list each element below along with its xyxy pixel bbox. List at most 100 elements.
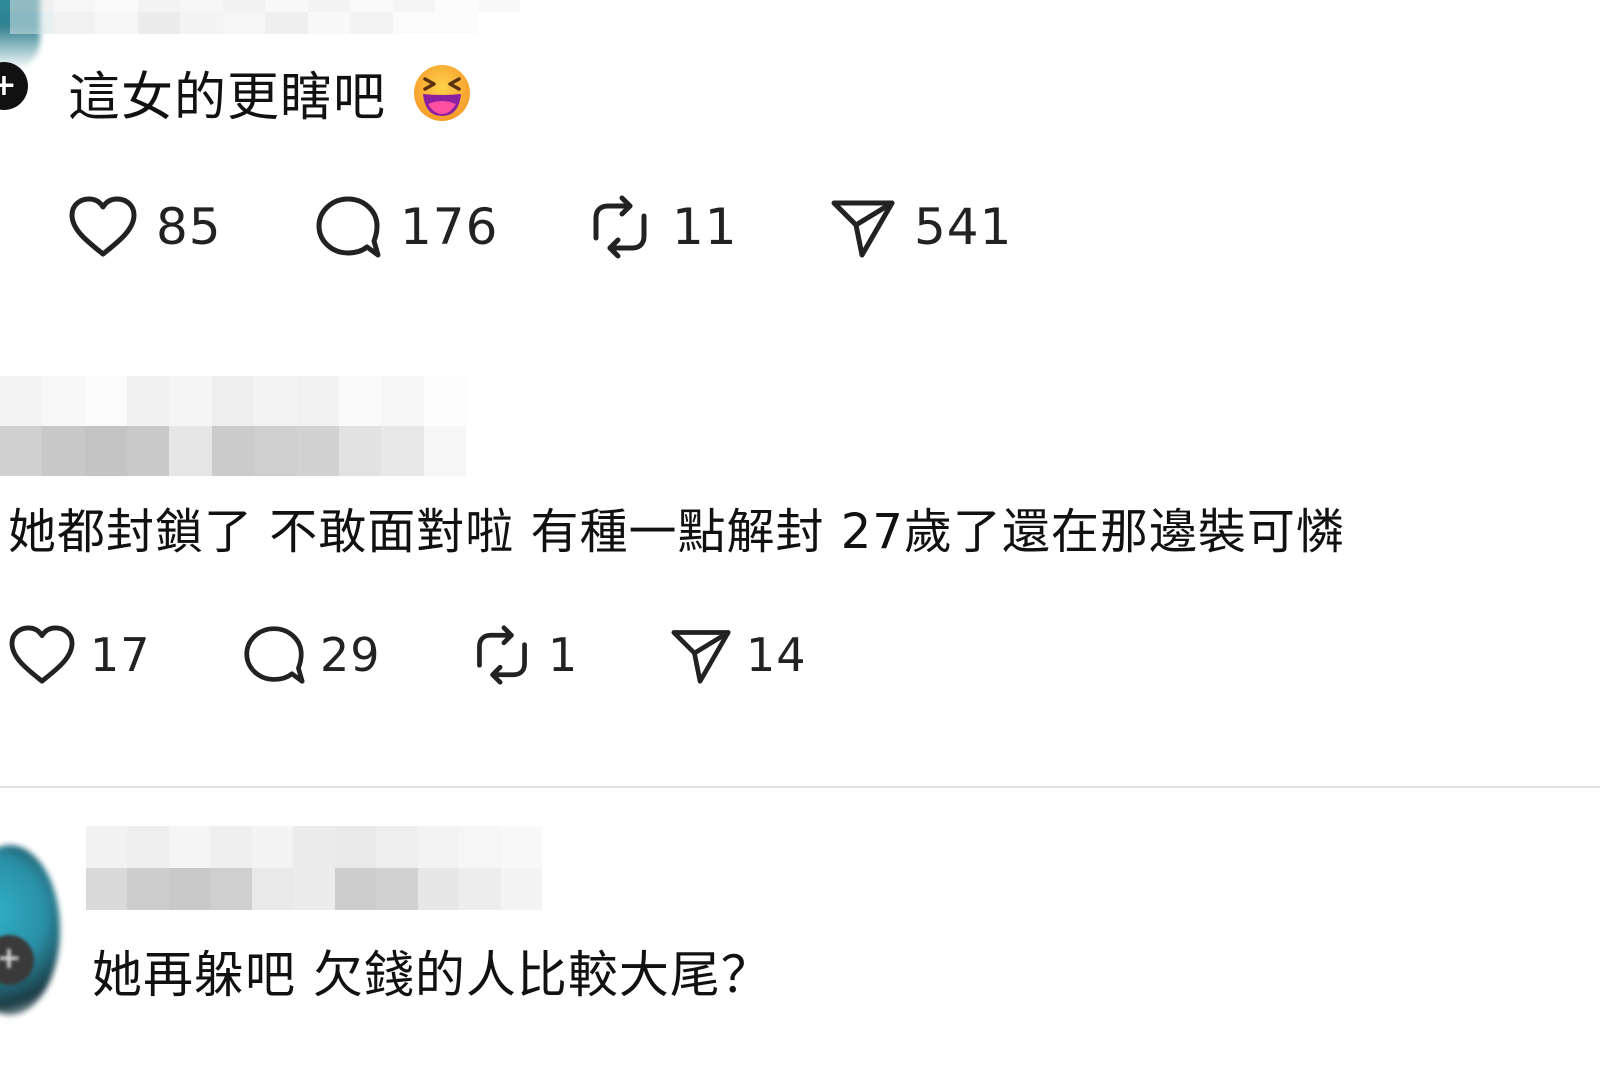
mosaic-tile [127,868,169,910]
mosaic-tile [52,12,95,34]
follow-plus-icon[interactable]: + [0,62,28,110]
mosaic-tile [293,826,335,868]
like-count: 17 [90,628,151,682]
mosaic-tile [169,426,212,476]
mosaic-tile [251,868,294,910]
mosaic-tile [222,0,265,12]
avatar[interactable] [0,845,60,1015]
mosaic-tile [127,426,170,476]
mosaic-tile [254,426,297,476]
post-actions: 17 29 1 14 [0,620,900,690]
username-pixelated[interactable] [10,0,520,34]
mosaic-tile [137,12,180,34]
repost-button[interactable]: 1 [470,620,578,690]
mosaic-tile [423,426,466,476]
mosaic-tile [127,826,169,868]
mosaic-tile [180,0,223,12]
mosaic-tile [417,826,460,868]
reply-button[interactable]: 29 [242,620,381,690]
mosaic-tile [381,376,424,426]
mosaic-tile [338,426,382,476]
mosaic-tile [381,426,424,476]
mosaic-tile [95,0,138,12]
mosaic-tile [86,868,128,910]
mosaic-tile [334,826,377,868]
reply-count: 29 [320,628,381,682]
mosaic-tile [168,868,211,910]
mosaic-tile [251,826,294,868]
send-icon [671,630,731,684]
post-divider [0,786,1600,788]
mosaic-tile [42,426,85,476]
post-text: 這女的更瞎吧 [68,55,472,130]
reply-button[interactable]: 176 [314,192,498,262]
mosaic-tile [95,12,138,34]
mosaic-tile [52,0,95,12]
repost-icon [593,195,647,259]
repost-icon [477,625,527,685]
mosaic-tile [338,376,382,426]
username-pixelated[interactable] [86,826,542,910]
mosaic-tile [477,12,520,34]
post-text-content: 這女的更瞎吧 [68,68,387,128]
like-button[interactable]: 85 [68,192,222,262]
repost-button[interactable]: 11 [586,192,738,262]
mosaic-tile [500,826,542,868]
mosaic-tile [10,0,53,12]
share-count: 541 [914,198,1013,256]
mosaic-tile [210,826,252,868]
mosaic-tile [392,0,435,12]
mosaic-tile [127,376,170,426]
mosaic-tile [210,868,252,910]
mosaic-tile [392,12,435,34]
mosaic-tile [307,12,350,34]
mosaic-tile [296,376,339,426]
mosaic-tile [423,376,466,426]
mosaic-tile [84,376,128,426]
mosaic-tile [265,0,308,12]
mosaic-tile [477,0,520,12]
comment-bubble-icon [244,626,305,684]
mosaic-tile [435,0,478,12]
repost-count: 11 [672,198,738,256]
mosaic-tile [459,868,501,910]
mosaic-tile [296,426,339,476]
mosaic-tile [168,826,211,868]
mosaic-tile [435,12,478,34]
share-count: 14 [746,628,807,682]
mosaic-tile [350,0,393,12]
mosaic-tile [211,376,255,426]
mosaic-tile [222,12,265,34]
mosaic-tile [0,376,43,426]
mosaic-tile [86,826,128,868]
post-actions: 85 176 11 541 [0,192,1100,262]
mosaic-tile [459,826,501,868]
mosaic-tile [265,12,308,34]
mosaic-tile [137,0,180,12]
share-button[interactable]: 541 [830,192,1012,262]
heart-icon [69,196,137,257]
send-icon [831,200,895,258]
mosaic-tile [376,868,418,910]
share-button[interactable]: 14 [670,620,807,690]
username-pixelated[interactable] [0,376,466,476]
mosaic-tile [376,826,418,868]
mosaic-tile [180,12,223,34]
repost-count: 1 [548,628,579,682]
grinning-squinting-face-icon [413,65,470,121]
comment-bubble-icon [316,196,381,258]
mosaic-tile [10,12,53,34]
mosaic-tile [350,12,393,34]
mosaic-tile [334,868,377,910]
mosaic-tile [293,868,335,910]
post-text: 她都封鎖了 不敢面對啦 有種一點解封 27歲了還在那邊裝可憐 [8,504,1345,560]
mosaic-tile [42,376,85,426]
post-text: 她再躲吧 欠錢的人比較大尾？ [92,946,772,1004]
mosaic-tile [307,0,350,12]
mosaic-tile [500,868,542,910]
mosaic-tile [211,426,255,476]
like-button[interactable]: 17 [8,620,151,690]
mosaic-tile [417,868,460,910]
mosaic-tile [84,426,128,476]
like-count: 85 [156,198,222,256]
